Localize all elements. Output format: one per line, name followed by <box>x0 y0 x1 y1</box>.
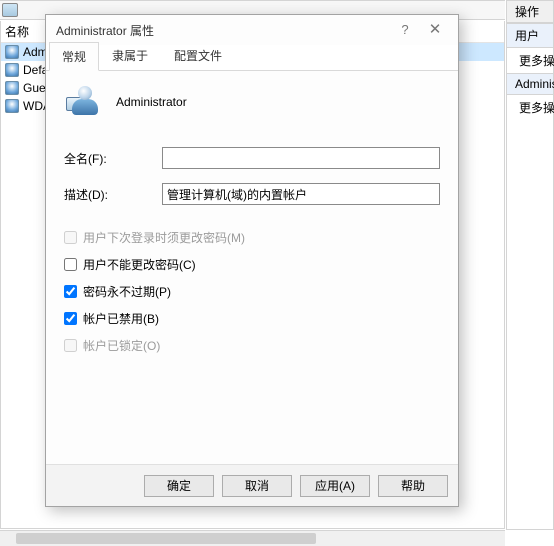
help-icon[interactable]: ? <box>390 18 420 42</box>
chk-cannot-change[interactable]: 用户不能更改密码(C) <box>64 256 440 273</box>
actions-panel: 操作 用户 更多操作 Administrator 更多操作 <box>506 0 554 530</box>
close-icon[interactable]: ✕ <box>420 18 450 42</box>
actions-header: 操作 <box>507 1 553 23</box>
help-button[interactable]: 帮助 <box>378 475 448 497</box>
chk-must-change: 用户下次登录时须更改密码(M) <box>64 229 440 246</box>
dialog-button-row: 确定 取消 应用(A) 帮助 <box>46 464 458 506</box>
toolbar-icon[interactable] <box>2 3 18 17</box>
user-icon <box>5 81 19 95</box>
dialog-body: Administrator 全名(F): 描述(D): 用户下次登录时须更改密码… <box>46 71 458 376</box>
actions-group-admin[interactable]: Administrator <box>507 73 553 95</box>
username-display: Administrator <box>116 95 187 109</box>
cancel-button[interactable]: 取消 <box>222 475 292 497</box>
apply-button[interactable]: 应用(A) <box>300 475 370 497</box>
input-description[interactable] <box>162 183 440 205</box>
ok-button[interactable]: 确定 <box>144 475 214 497</box>
row-description: 描述(D): <box>64 183 440 205</box>
chk-locked: 帐户已锁定(O) <box>64 337 440 354</box>
chk-disabled[interactable]: 帐户已禁用(B) <box>64 310 440 327</box>
label-description: 描述(D): <box>64 186 162 203</box>
label-disabled: 帐户已禁用(B) <box>83 310 159 327</box>
checkbox-locked <box>64 339 77 352</box>
user-icon <box>5 45 19 59</box>
chk-never-expires[interactable]: 密码永不过期(P) <box>64 283 440 300</box>
label-must-change: 用户下次登录时须更改密码(M) <box>83 229 245 246</box>
tabstrip: 常规 隶属于 配置文件 <box>46 45 458 71</box>
user-icon <box>5 63 19 77</box>
checkbox-disabled[interactable] <box>64 312 77 325</box>
tab-memberof[interactable]: 隶属于 <box>99 41 161 70</box>
label-locked: 帐户已锁定(O) <box>83 337 160 354</box>
actions-more-1[interactable]: 更多操作 <box>507 48 553 73</box>
tab-profile[interactable]: 配置文件 <box>161 41 235 70</box>
identity-row: Administrator <box>64 85 440 119</box>
actions-group-users[interactable]: 用户 <box>507 23 553 48</box>
label-fullname: 全名(F): <box>64 150 162 167</box>
dialog-title: Administrator 属性 <box>56 22 390 39</box>
label-cannot-change: 用户不能更改密码(C) <box>83 256 196 273</box>
user-icon <box>66 85 100 119</box>
label-never-expires: 密码永不过期(P) <box>83 283 171 300</box>
user-icon <box>5 99 19 113</box>
properties-dialog: Administrator 属性 ? ✕ 常规 隶属于 配置文件 Adminis… <box>45 14 459 507</box>
checkbox-never-expires[interactable] <box>64 285 77 298</box>
horizontal-scrollbar[interactable] <box>0 530 505 546</box>
checkbox-block: 用户下次登录时须更改密码(M) 用户不能更改密码(C) 密码永不过期(P) 帐户… <box>64 229 440 354</box>
checkbox-cannot-change[interactable] <box>64 258 77 271</box>
input-fullname[interactable] <box>162 147 440 169</box>
checkbox-must-change <box>64 231 77 244</box>
actions-more-2[interactable]: 更多操作 <box>507 95 553 120</box>
row-fullname: 全名(F): <box>64 147 440 169</box>
tab-general[interactable]: 常规 <box>49 42 99 71</box>
